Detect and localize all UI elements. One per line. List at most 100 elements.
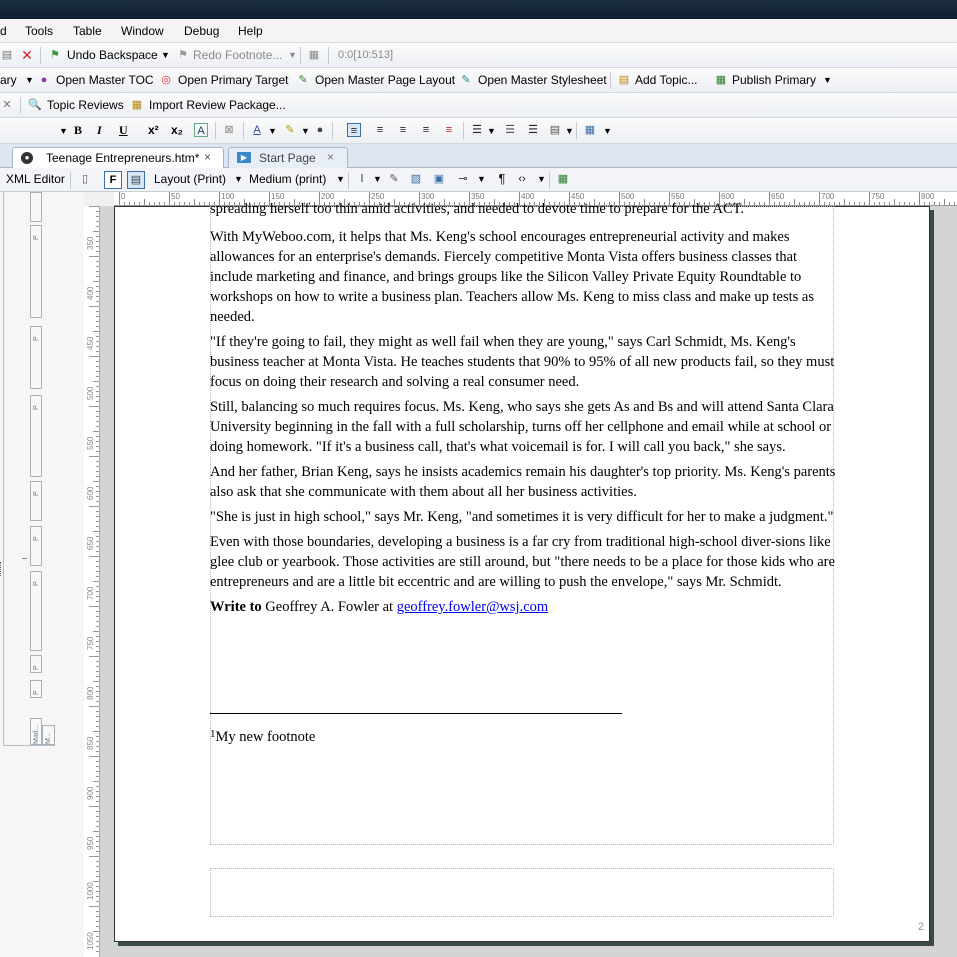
menu-item-tools[interactable]: Tools xyxy=(25,24,53,38)
chevron-down-icon[interactable]: ▼ xyxy=(537,174,546,184)
pilcrow-icon[interactable]: ¶ xyxy=(495,172,509,186)
structure-bar-p[interactable]: P xyxy=(30,225,42,318)
cross-reference-icon[interactable]: ▧ xyxy=(409,172,423,186)
remove-formatting-icon[interactable]: ⊠ xyxy=(222,123,236,137)
structure-bar-p[interactable]: P xyxy=(30,395,42,477)
chevron-down-icon[interactable]: ▼ xyxy=(487,126,496,136)
menu-item-help[interactable]: Help xyxy=(238,24,263,38)
paste-icon[interactable]: ▤ xyxy=(0,48,14,62)
chevron-down-icon[interactable]: ▼ xyxy=(336,174,345,184)
delete-icon[interactable]: ✕ xyxy=(20,48,34,62)
add-topic-button[interactable]: Add Topic... xyxy=(635,73,697,87)
structure-bar-madcap[interactable]: Mad... xyxy=(30,718,42,745)
structure-bar-p[interactable]: P xyxy=(30,680,42,698)
chevron-down-icon[interactable]: ▼ xyxy=(234,174,243,184)
clear-alignment-icon[interactable]: ≡ xyxy=(442,123,456,137)
byline-paragraph[interactable]: Write to Geoffrey A. Fowler at geoffrey.… xyxy=(210,597,838,617)
justify-icon[interactable]: ≡ xyxy=(419,123,433,137)
publish-primary-button[interactable]: Publish Primary xyxy=(732,73,816,87)
vertical-ruler-tick xyxy=(96,471,99,472)
list-options-icon[interactable]: ▤ xyxy=(548,123,562,137)
text-box-icon[interactable]: A xyxy=(194,123,208,137)
medium-dropdown[interactable]: Medium (print) xyxy=(249,172,326,186)
chevron-down-icon[interactable]: ▼ xyxy=(268,126,277,136)
chevron-down-icon[interactable]: ▼ xyxy=(823,75,832,85)
frame-icon[interactable]: F xyxy=(104,171,122,189)
chevron-down-icon[interactable]: ▼ xyxy=(373,174,382,184)
grip-icon[interactable]: ✕ xyxy=(0,98,14,112)
indent-icon[interactable]: ☰ xyxy=(526,123,540,137)
vertical-ruler-tick xyxy=(93,381,99,382)
attributes-icon[interactable]: ▦ xyxy=(556,172,570,186)
structure-bar-p[interactable]: P xyxy=(30,655,42,673)
redo-dropdown-icon[interactable]: ▼ xyxy=(288,50,297,60)
bullet-list-icon[interactable]: ☰ xyxy=(470,123,484,137)
open-master-page-layout-button[interactable]: Open Master Page Layout xyxy=(315,73,455,87)
menu-item-window[interactable]: Window xyxy=(121,24,164,38)
structure-bar-p[interactable]: P xyxy=(30,571,42,651)
document-body[interactable]: With MyWeboo.com, it helps that Ms. Keng… xyxy=(210,227,838,622)
open-master-stylesheet-button[interactable]: Open Master Stylesheet xyxy=(478,73,607,87)
structure-bar-madcap[interactable]: M... xyxy=(42,725,55,745)
check-out-icon[interactable]: ▦ xyxy=(307,48,321,62)
highlight-icon[interactable]: ✎ xyxy=(283,123,297,137)
chevron-down-icon[interactable]: ▼ xyxy=(565,126,574,136)
structure-bar-p[interactable]: P xyxy=(30,526,42,566)
paragraph[interactable]: Even with those boundaries, developing a… xyxy=(210,532,838,592)
email-link[interactable]: geoffrey.fowler@wsj.com xyxy=(397,599,548,615)
bold-button[interactable]: B xyxy=(74,123,82,138)
chevron-down-icon[interactable]: ▼ xyxy=(603,126,612,136)
text-cursor-icon[interactable]: Ⅰ xyxy=(355,172,369,186)
link-icon[interactable]: ✎ xyxy=(387,172,401,186)
partial-paragraph[interactable]: spreading herself too thin amid activiti… xyxy=(210,203,838,219)
image-icon[interactable]: ▣ xyxy=(432,172,446,186)
structure-bar-label: P xyxy=(33,336,40,341)
open-primary-target-button[interactable]: Open Primary Target xyxy=(178,73,289,87)
align-left-icon[interactable]: ≡ xyxy=(347,123,361,137)
topic-reviews-button[interactable]: Topic Reviews xyxy=(47,98,124,112)
tab-teenage-entrepreneurs[interactable]: ● Teenage Entrepreneurs.htm* × xyxy=(12,147,224,168)
table-icon[interactable]: ▦ xyxy=(583,123,597,137)
close-icon[interactable]: × xyxy=(327,150,334,164)
paragraph[interactable]: And her father, Brian Keng, says he insi… xyxy=(210,462,838,502)
more-icon[interactable]: ● xyxy=(313,123,327,137)
layout-dropdown[interactable]: Layout (Print) xyxy=(154,172,226,186)
structure-bar-label: P xyxy=(33,581,40,586)
menu-item-file[interactable]: d xyxy=(0,24,7,38)
italic-button[interactable]: I xyxy=(97,123,102,138)
font-color-icon[interactable]: A xyxy=(250,123,264,137)
tab-start-page[interactable]: ▶ Start Page × xyxy=(228,147,348,168)
footnote[interactable]: 1My new footnote xyxy=(210,724,315,747)
structure-bar-p[interactable] xyxy=(30,192,42,222)
menu-item-table[interactable]: Table xyxy=(73,24,102,38)
subscript-button[interactable]: x₂ xyxy=(171,123,183,137)
open-master-toc-button[interactable]: Open Master TOC xyxy=(56,73,154,87)
paragraph[interactable]: With MyWeboo.com, it helps that Ms. Keng… xyxy=(210,227,838,327)
underline-button[interactable]: U xyxy=(119,123,128,138)
tags-icon[interactable]: ‹› xyxy=(515,172,529,186)
outdent-icon[interactable]: ☰ xyxy=(503,123,517,137)
snippet-icon[interactable]: ⊸ xyxy=(456,172,470,186)
preview-icon[interactable]: ▯ xyxy=(78,172,92,186)
primary-target-dropdown[interactable]: ary xyxy=(0,73,17,87)
paragraph[interactable]: Still, balancing so much requires focus.… xyxy=(210,397,838,457)
font-size-dropdown-icon[interactable]: ▼ xyxy=(59,126,68,136)
structure-bar-p[interactable]: P xyxy=(30,326,42,389)
paragraph[interactable]: "She is just in high school," says Mr. K… xyxy=(210,507,838,527)
close-icon[interactable]: × xyxy=(204,150,211,164)
paragraph[interactable]: "If they're going to fail, they might as… xyxy=(210,332,838,392)
align-center-icon[interactable]: ≡ xyxy=(373,123,387,137)
redo-button[interactable]: Redo Footnote... xyxy=(193,48,282,62)
chevron-down-icon[interactable]: ▼ xyxy=(301,126,310,136)
show-structure-icon[interactable]: ▤ xyxy=(127,171,145,189)
align-right-icon[interactable]: ≡ xyxy=(396,123,410,137)
chevron-down-icon[interactable]: ▼ xyxy=(477,174,486,184)
superscript-button[interactable]: x² xyxy=(148,123,159,137)
import-review-package-button[interactable]: Import Review Package... xyxy=(149,98,286,112)
structure-bar-p[interactable]: P xyxy=(30,481,42,521)
undo-dropdown-icon[interactable]: ▼ xyxy=(161,50,170,60)
chevron-down-icon[interactable]: ▼ xyxy=(25,75,34,85)
menu-item-debug[interactable]: Debug xyxy=(184,24,219,38)
xml-editor-button[interactable]: XML Editor xyxy=(6,172,65,186)
undo-button[interactable]: Undo Backspace xyxy=(67,48,158,62)
